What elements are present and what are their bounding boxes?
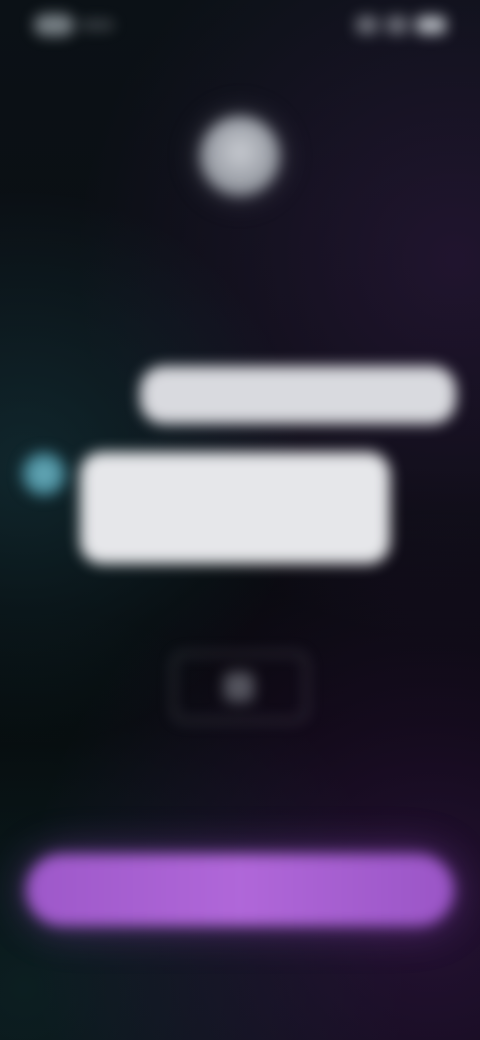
signal-icon xyxy=(356,16,378,34)
profile-avatar[interactable] xyxy=(200,116,280,196)
time-pill xyxy=(34,14,74,36)
status-bar xyxy=(0,0,480,50)
status-icons xyxy=(356,16,446,34)
blurred-content xyxy=(0,0,480,1040)
screen xyxy=(0,0,480,1040)
status-indicator xyxy=(80,20,114,30)
battery-icon xyxy=(416,16,446,34)
incoming-message-bubble[interactable] xyxy=(80,452,390,564)
outgoing-message-bubble[interactable] xyxy=(140,366,456,424)
primary-cta-button[interactable] xyxy=(26,854,454,926)
wifi-icon xyxy=(386,16,408,34)
image-icon xyxy=(224,672,254,702)
bot-avatar-icon xyxy=(22,452,66,496)
